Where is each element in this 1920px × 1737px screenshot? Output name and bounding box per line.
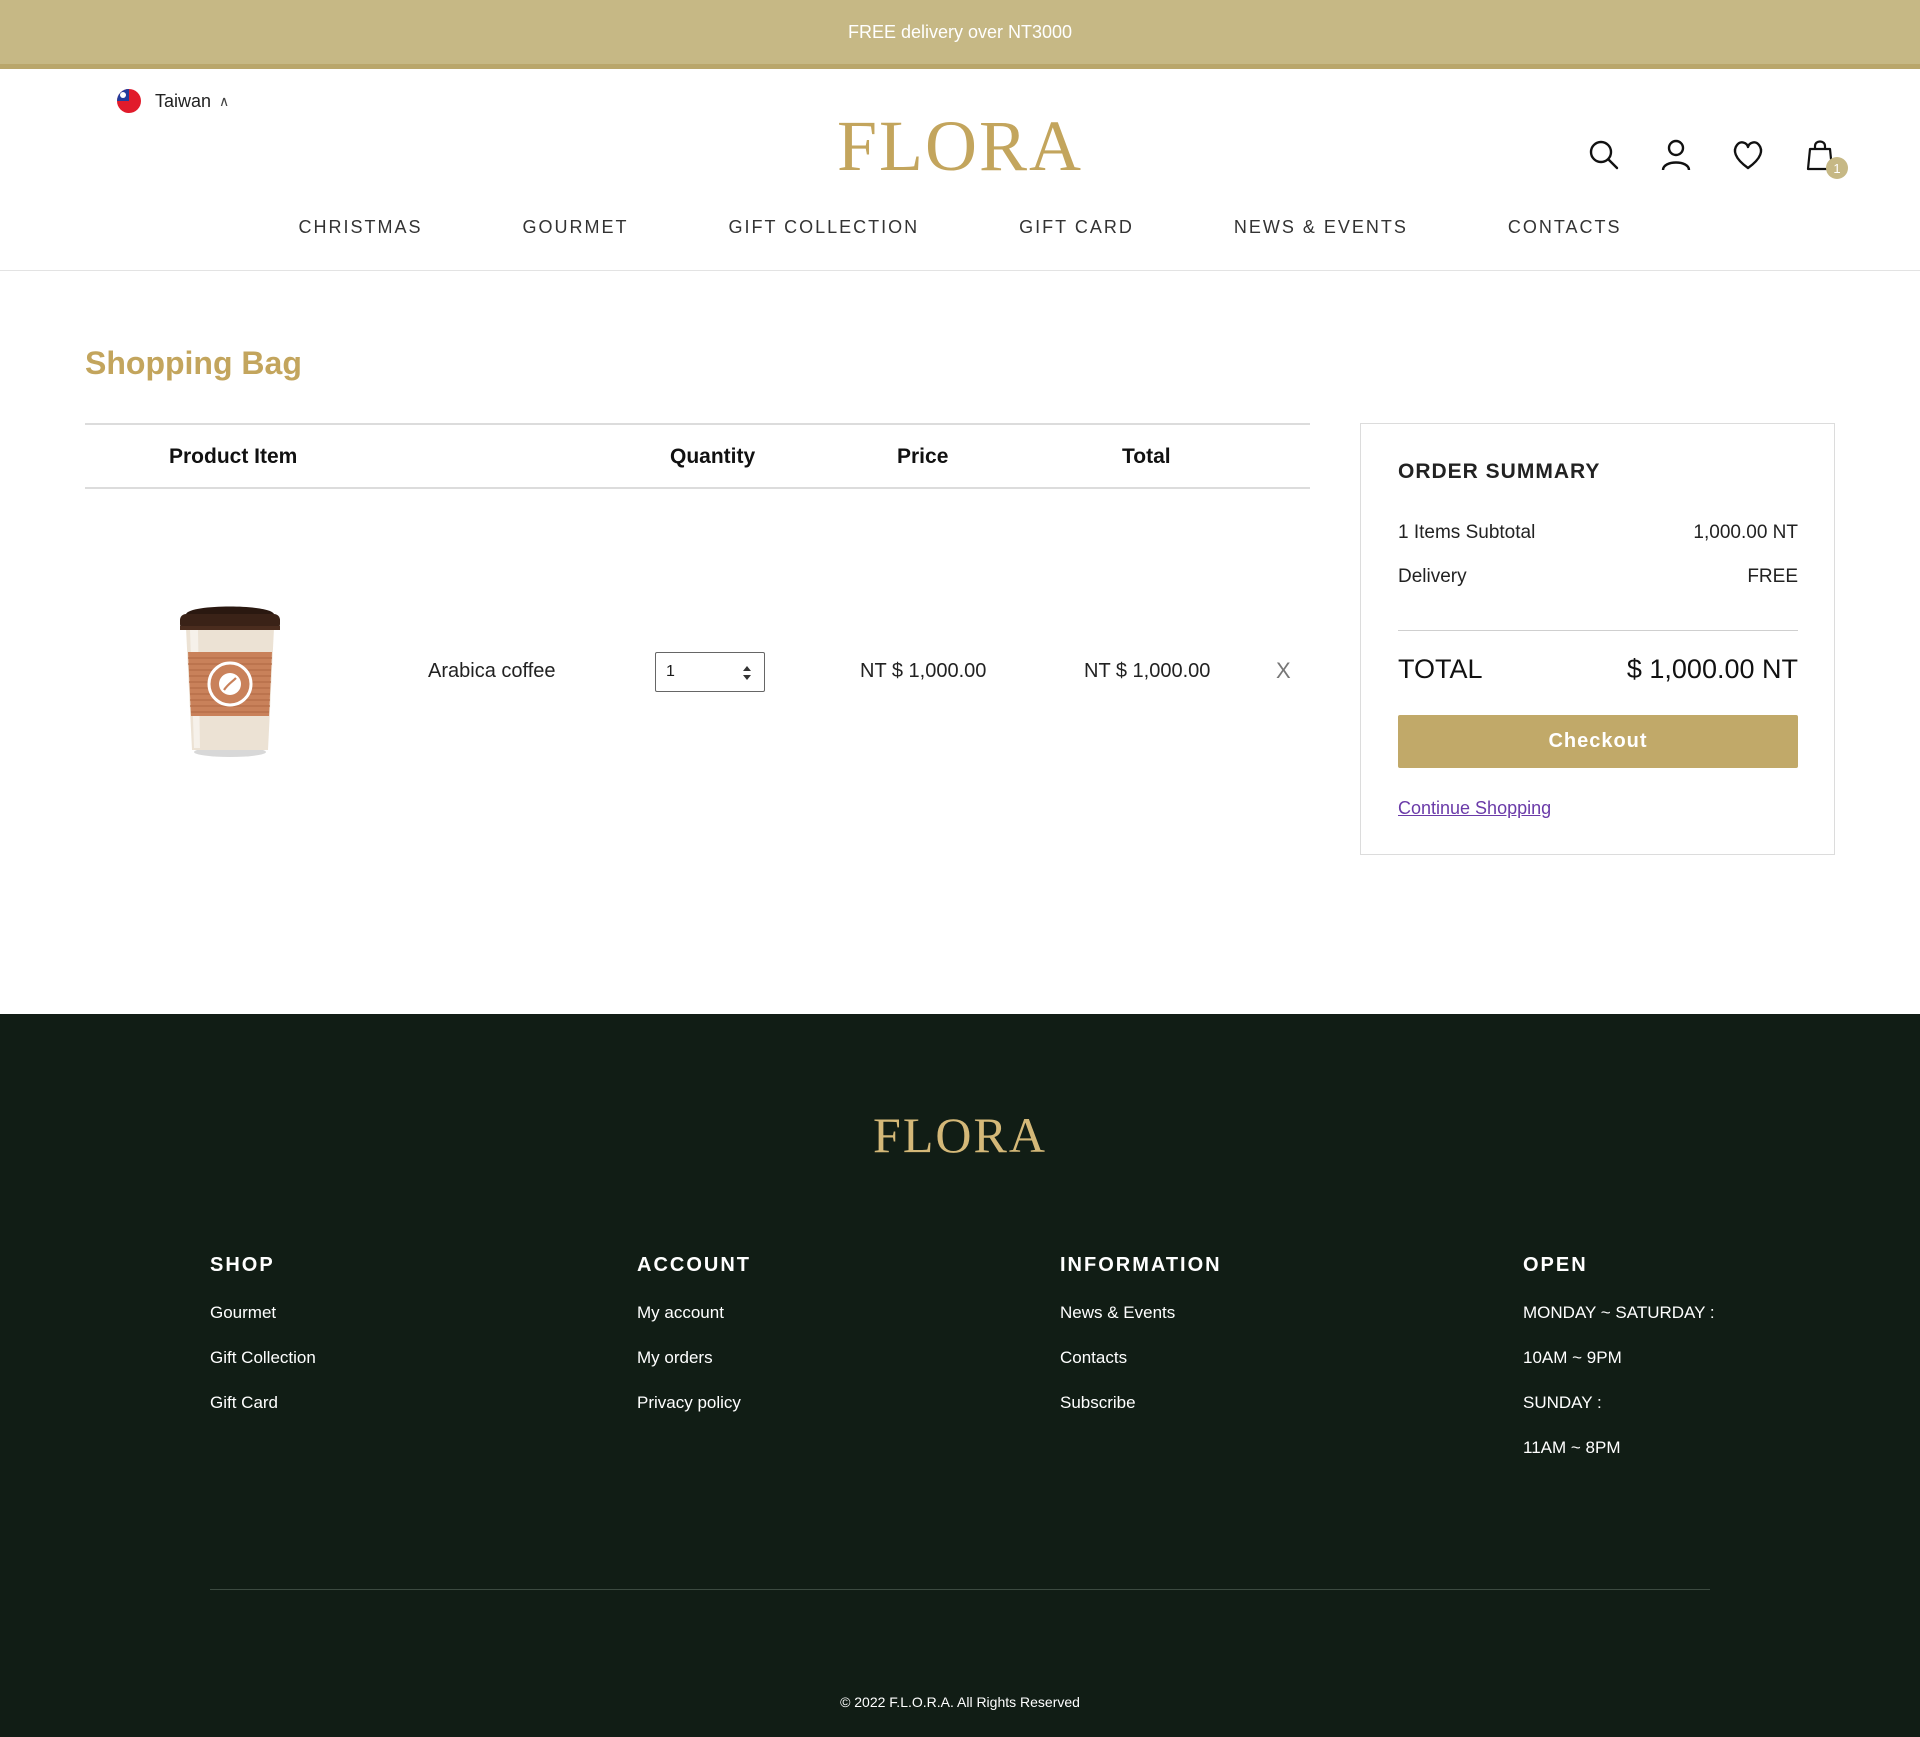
open-hours-weekday-time: 10AM ~ 9PM (1523, 1348, 1622, 1367)
item-total: NT $ 1,000.00 (1084, 660, 1211, 682)
promo-bar: FREE delivery over NT3000 (0, 0, 1920, 69)
stepper-arrows-icon[interactable] (742, 665, 752, 681)
delivery-label: Delivery (1398, 566, 1467, 587)
footer-link-gourmet[interactable]: Gourmet (210, 1303, 316, 1323)
open-hours-weekday-label: MONDAY ~ SATURDAY : (1523, 1303, 1715, 1322)
footer-information-title: INFORMATION (1060, 1254, 1222, 1276)
nav-item-contacts[interactable]: CONTACTS (1458, 217, 1672, 238)
footer-link-subscribe[interactable]: Subscribe (1060, 1393, 1222, 1413)
nav-item-gift-collection[interactable]: GIFT COLLECTION (678, 217, 969, 238)
summary-delivery-row: Delivery FREE (1398, 566, 1798, 588)
heart-icon[interactable] (1730, 137, 1766, 173)
summary-divider (1398, 630, 1798, 631)
nav-item-gourmet[interactable]: GOURMET (472, 217, 678, 238)
summary-subtotal-row: 1 Items Subtotal 1,000.00 NT (1398, 522, 1798, 544)
user-icon[interactable] (1658, 137, 1694, 173)
total-value: $ 1,000.00 NT (1626, 654, 1798, 684)
header-product: Product Item (169, 445, 298, 468)
open-hours-sunday-time: 11AM ~ 8PM (1523, 1438, 1621, 1457)
footer-divider (210, 1589, 1710, 1590)
footer-link-gift-collection[interactable]: Gift Collection (210, 1348, 316, 1368)
cart-count-badge: 1 (1826, 157, 1848, 179)
footer-account-title: ACCOUNT (637, 1254, 751, 1276)
bag-icon[interactable]: 1 (1802, 137, 1848, 179)
continue-shopping-link[interactable]: Continue Shopping (1398, 798, 1551, 819)
footer-information-column: INFORMATION News & Events Contacts Subsc… (1060, 1254, 1222, 1438)
coffee-cup-image (170, 590, 290, 760)
quantity-value: 1 (666, 663, 675, 680)
footer-link-contacts[interactable]: Contacts (1060, 1348, 1222, 1368)
footer-link-news-events[interactable]: News & Events (1060, 1303, 1222, 1323)
nav-item-news-events[interactable]: NEWS & EVENTS (1184, 217, 1458, 238)
quantity-stepper[interactable]: 1 (655, 652, 765, 692)
cart-row: Arabica coffee 1 NT $ 1,000.00 NT $ 1,00… (85, 560, 1310, 780)
checkout-button[interactable]: Checkout (1398, 715, 1798, 768)
main-nav: CHRISTMAS GOURMET GIFT COLLECTION GIFT C… (0, 217, 1920, 238)
page-title: Shopping Bag (85, 345, 302, 381)
footer-link-gift-card[interactable]: Gift Card (210, 1393, 316, 1413)
nav-item-gift-card[interactable]: GIFT CARD (969, 217, 1184, 238)
footer-account-column: ACCOUNT My account My orders Privacy pol… (637, 1254, 751, 1438)
header-quantity: Quantity (670, 445, 756, 468)
subtotal-value: 1,000.00 NT (1693, 522, 1798, 543)
order-summary: ORDER SUMMARY 1 Items Subtotal 1,000.00 … (1360, 423, 1835, 855)
header-price: Price (897, 445, 949, 468)
search-icon[interactable] (1586, 137, 1622, 173)
site-footer: FLORA SHOP Gourmet Gift Collection Gift … (0, 1014, 1920, 1737)
header-icons: 1 (1586, 137, 1848, 179)
remove-item-button[interactable]: X (1276, 658, 1291, 684)
footer-shop-title: SHOP (210, 1254, 275, 1276)
item-price: NT $ 1,000.00 (860, 660, 987, 682)
open-hours-sunday-label: SUNDAY : (1523, 1393, 1602, 1412)
footer-logo[interactable]: FLORA (0, 1106, 1920, 1164)
product-name[interactable]: Arabica coffee (428, 660, 556, 683)
footer-open-title: OPEN (1523, 1254, 1588, 1276)
footer-link-my-orders[interactable]: My orders (637, 1348, 751, 1368)
footer-open-column: OPEN MONDAY ~ SATURDAY : 10AM ~ 9PM SUND… (1523, 1254, 1715, 1483)
copyright-text: © 2022 F.L.O.R.A. All Rights Reserved (840, 1694, 1080, 1710)
subtotal-label: 1 Items Subtotal (1398, 522, 1536, 543)
total-label: TOTAL (1398, 654, 1483, 684)
summary-total-row: TOTAL $ 1,000.00 NT (1398, 654, 1798, 685)
footer-link-my-account[interactable]: My account (637, 1303, 751, 1323)
site-header: Taiwan ∧ FLORA 1 CHRISTMAS GOURMET GIFT … (0, 69, 1920, 271)
summary-title: ORDER SUMMARY (1398, 460, 1601, 483)
delivery-value: FREE (1747, 566, 1798, 587)
cart-table-header: Product Item Quantity Price Total (85, 423, 1310, 489)
footer-link-privacy-policy[interactable]: Privacy policy (637, 1393, 751, 1413)
promo-text: FREE delivery over NT3000 (847, 21, 1073, 42)
footer-shop-column: SHOP Gourmet Gift Collection Gift Card (210, 1254, 316, 1438)
header-total: Total (1122, 445, 1171, 468)
nav-item-christmas[interactable]: CHRISTMAS (248, 217, 472, 238)
